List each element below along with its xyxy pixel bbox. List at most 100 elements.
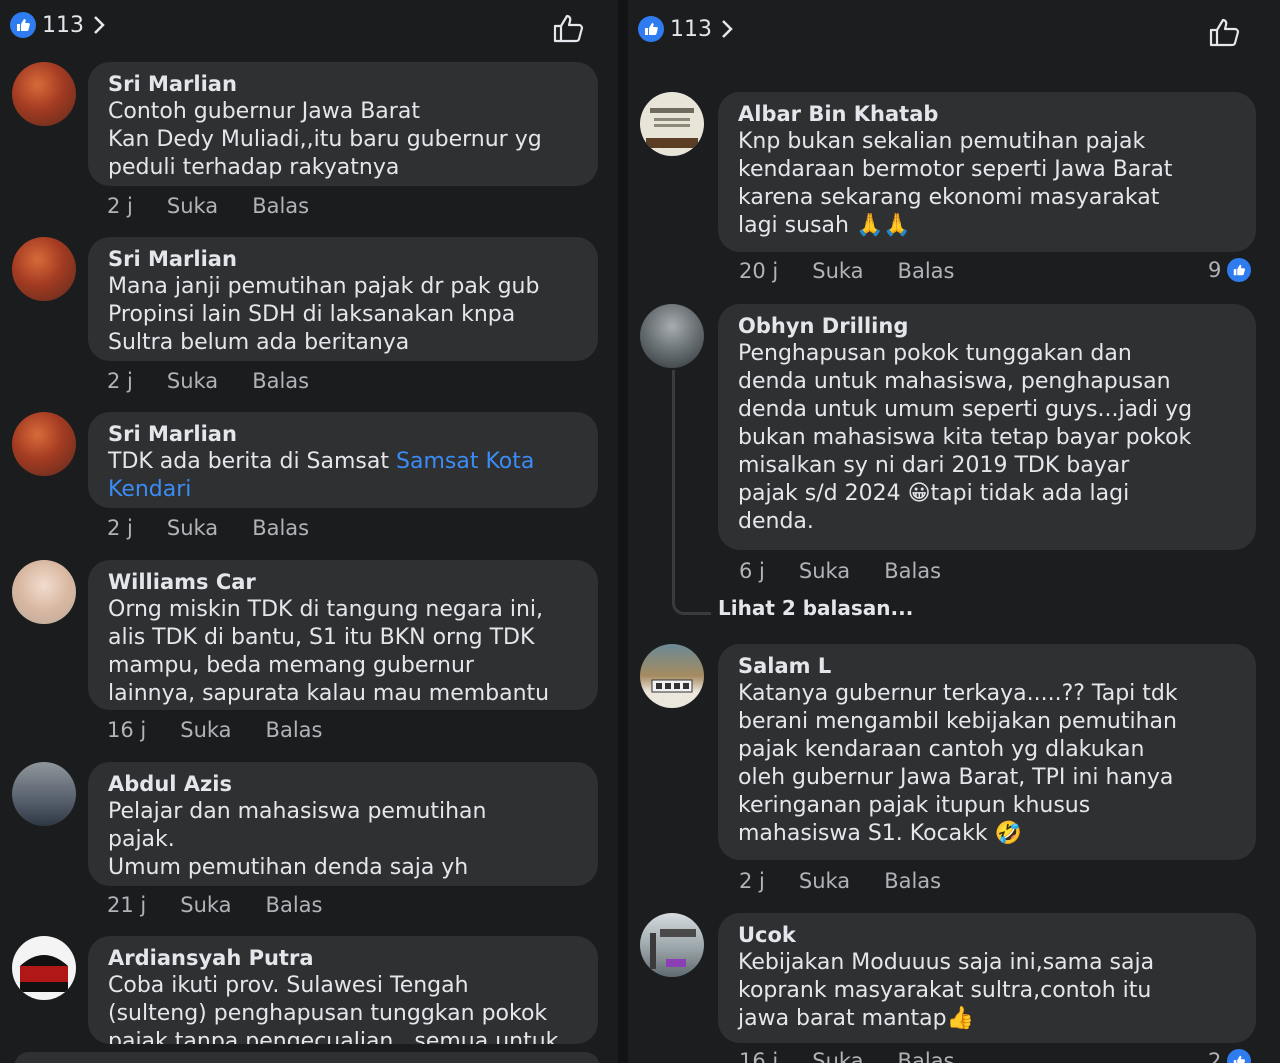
comment-actions: 6 j Suka Balas	[739, 559, 975, 583]
page-link[interactable]: Samsat Kota	[396, 449, 534, 474]
like-button[interactable]: Suka	[167, 194, 218, 218]
chevron-right-icon	[94, 16, 105, 34]
comment-reaction-count[interactable]: 2	[1208, 1049, 1252, 1063]
avatar[interactable]	[640, 913, 704, 977]
like-reaction-icon	[1227, 258, 1252, 282]
comment-reaction-count[interactable]: 9	[1208, 258, 1252, 282]
reaction-summary[interactable]: 113	[638, 16, 734, 42]
like-button[interactable]: Suka	[180, 718, 231, 742]
thumbs-up-outline-icon[interactable]	[552, 12, 586, 44]
like-button[interactable]: Suka	[799, 559, 850, 583]
comment-text: Knp bukan sekalian pemutihan pajak kenda…	[738, 129, 1173, 238]
comment-author[interactable]: Obhyn Drilling	[738, 312, 1236, 340]
comment-author[interactable]: Sri Marlian	[108, 420, 578, 448]
avatar[interactable]	[12, 62, 76, 126]
reply-button[interactable]: Balas	[252, 369, 309, 393]
comment-bubble: Abdul Azis Pelajar dan mahasiswa pemutih…	[88, 762, 598, 886]
like-reaction-icon	[10, 12, 36, 38]
chevron-right-icon	[722, 20, 733, 38]
comment-text: Mana janji pemutihan pajak dr pak gub Pr…	[108, 274, 540, 355]
reply-button[interactable]: Balas	[252, 516, 309, 540]
like-reaction-icon	[1227, 1049, 1252, 1063]
reaction-number: 9	[1208, 258, 1222, 282]
reply-button[interactable]: Balas	[266, 718, 323, 742]
comment-bubble: Sri Marlian Contoh gubernur Jawa Barat K…	[88, 62, 598, 186]
comment-actions: 20 j Suka Balas	[739, 259, 988, 283]
left-screenshot-panel: 113 Sri Marlian Contoh gubernur Jawa Bar…	[0, 0, 618, 1063]
avatar[interactable]	[12, 936, 76, 1000]
comment-text: Penghapusan pokok tunggakan dan denda un…	[738, 341, 1193, 534]
comment-actions: 2 j Suka Balas	[107, 369, 343, 393]
comment-input[interactable]	[14, 1052, 600, 1063]
comment-bubble: Sri Marlian Mana janji pemutihan pajak d…	[88, 237, 598, 361]
comment-author[interactable]: Williams Car	[108, 568, 578, 596]
comment-actions: 2 j Suka Balas	[107, 194, 343, 218]
comment-time[interactable]: 2 j	[107, 516, 133, 540]
thumbs-up-outline-icon[interactable]	[1208, 16, 1242, 48]
avatar[interactable]	[640, 644, 704, 708]
comment-actions: 21 j Suka Balas	[107, 893, 356, 917]
avatar[interactable]	[12, 560, 76, 624]
reply-button[interactable]: Balas	[252, 194, 309, 218]
mosque-logo-icon	[20, 955, 68, 992]
reaction-number: 2	[1208, 1049, 1222, 1063]
comment-text: Contoh gubernur Jawa Barat Kan Dedy Muli…	[108, 99, 542, 180]
comment-actions: 16 j Suka Balas	[107, 718, 356, 742]
comment-time[interactable]: 2 j	[107, 369, 133, 393]
avatar[interactable]	[640, 304, 704, 368]
comment-author[interactable]: Ucok	[738, 921, 1236, 949]
comment-bubble: Williams Car Orng miskin TDK di tangung …	[88, 560, 598, 710]
comment-time[interactable]: 6 j	[739, 559, 765, 583]
like-button[interactable]: Suka	[167, 516, 218, 540]
comment-time[interactable]: 2 j	[739, 869, 765, 893]
comment-text: Kebijakan Moduuus saja ini,sama saja kop…	[738, 950, 1155, 1031]
comment-text-part: TDK ada berita di Samsat	[108, 449, 396, 474]
road-sign-image-icon	[650, 929, 696, 969]
like-button[interactable]: Suka	[180, 893, 231, 917]
reply-button[interactable]: Balas	[884, 559, 941, 583]
comment-bubble: Salam L Katanya gubernur terkaya.....?? …	[718, 644, 1256, 860]
view-replies-link[interactable]: Lihat 2 balasan...	[718, 596, 913, 620]
comment-time[interactable]: 21 j	[107, 893, 146, 917]
calligraphy-image-icon	[646, 108, 698, 148]
comment-time[interactable]: 16 j	[739, 1049, 778, 1063]
comment-author[interactable]: Abdul Azis	[108, 770, 578, 798]
shop-sign-image-icon	[651, 679, 693, 693]
comment-text: TDK ada berita di Samsat Samsat Kota Kend…	[108, 448, 578, 504]
comment-text: Pelajar dan mahasiswa pemutihan pajak. U…	[108, 799, 487, 880]
comment-time[interactable]: 16 j	[107, 718, 146, 742]
page-link[interactable]: Kendari	[108, 477, 191, 502]
comment-author[interactable]: Sri Marlian	[108, 70, 578, 98]
comment-bubble: Ardiansyah Putra Coba ikuti prov. Sulawe…	[88, 936, 598, 1054]
comment-author[interactable]: Ardiansyah Putra	[108, 944, 578, 972]
right-screenshot-panel: 113 Albar Bin Khatab Knp bukan sekalian …	[628, 0, 1280, 1063]
reply-button[interactable]: Balas	[884, 869, 941, 893]
reply-thread-line	[672, 370, 711, 615]
comment-author[interactable]: Salam L	[738, 652, 1236, 680]
reaction-count: 113	[670, 16, 712, 42]
comment-time[interactable]: 2 j	[107, 194, 133, 218]
like-button[interactable]: Suka	[167, 369, 218, 393]
panel-divider	[618, 0, 628, 1063]
like-button[interactable]: Suka	[812, 259, 863, 283]
avatar[interactable]	[12, 412, 76, 476]
reaction-summary[interactable]: 113	[10, 12, 106, 38]
comment-actions: 16 j Suka Balas	[739, 1049, 988, 1063]
comment-actions: 2 j Suka Balas	[107, 516, 343, 540]
comment-author[interactable]: Albar Bin Khatab	[738, 100, 1236, 128]
comment-author[interactable]: Sri Marlian	[108, 245, 578, 273]
reply-button[interactable]: Balas	[898, 259, 955, 283]
reply-button[interactable]: Balas	[898, 1049, 955, 1063]
comment-bubble: Albar Bin Khatab Knp bukan sekalian pemu…	[718, 92, 1256, 252]
comment-text: Katanya gubernur terkaya.....?? Tapi tdk…	[738, 681, 1178, 846]
like-reaction-icon	[638, 16, 664, 42]
like-button[interactable]: Suka	[812, 1049, 863, 1063]
avatar[interactable]	[12, 762, 76, 826]
reply-button[interactable]: Balas	[266, 893, 323, 917]
comment-bubble: Sri Marlian TDK ada berita di Samsat Sam…	[88, 412, 598, 508]
comment-time[interactable]: 20 j	[739, 259, 778, 283]
avatar[interactable]	[640, 92, 704, 156]
comment-bubble: Ucok Kebijakan Moduuus saja ini,sama saj…	[718, 913, 1256, 1043]
like-button[interactable]: Suka	[799, 869, 850, 893]
avatar[interactable]	[12, 237, 76, 301]
